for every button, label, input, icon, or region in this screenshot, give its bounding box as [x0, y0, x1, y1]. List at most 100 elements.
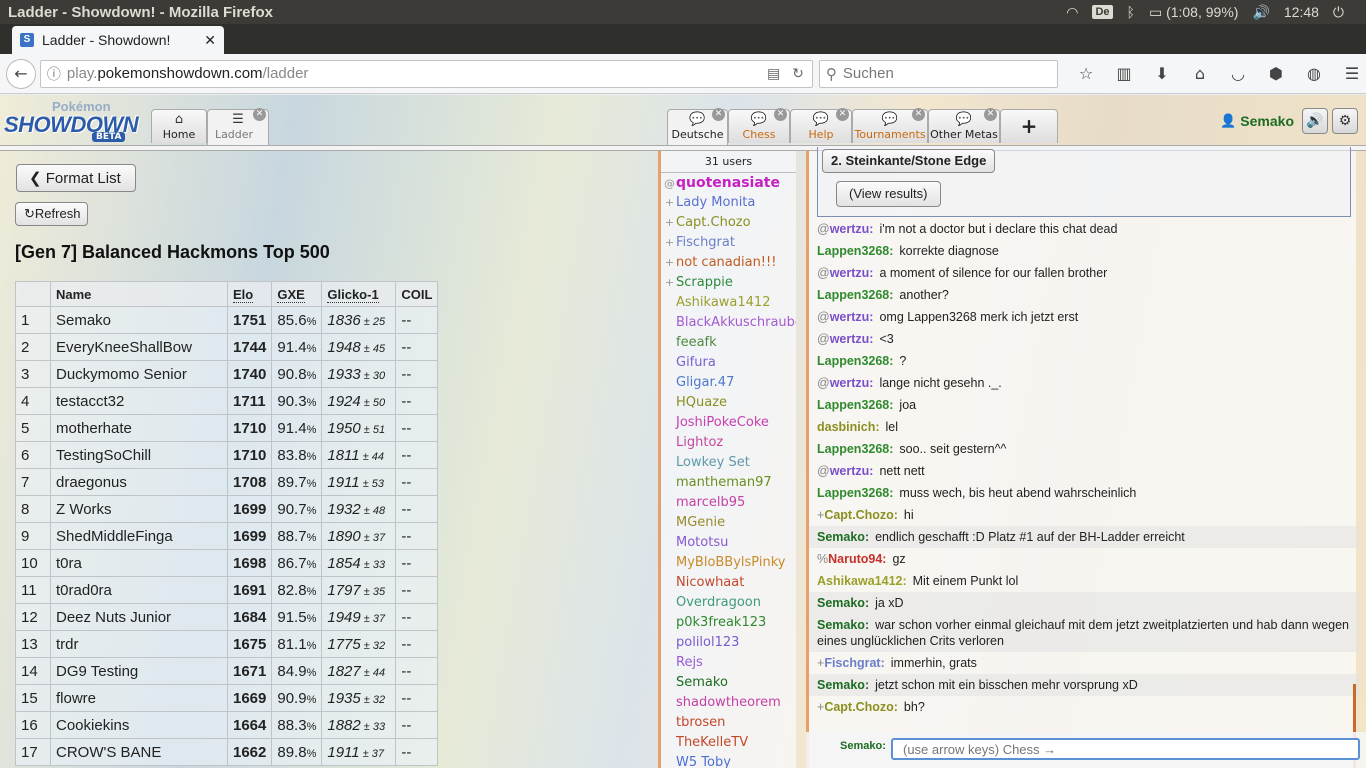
tab-help[interactable]: 💬 Help ✕: [790, 108, 852, 143]
player-name-link[interactable]: TestingSoChill: [56, 447, 151, 464]
player-name-link[interactable]: DG9 Testing: [56, 663, 138, 680]
user-list-item[interactable]: Gifura: [661, 353, 796, 373]
chat-author[interactable]: Ashikawa1412:: [817, 574, 907, 588]
power-icon[interactable]: ⏻: [1333, 4, 1344, 21]
downloads-icon[interactable]: ⬇: [1148, 60, 1176, 88]
player-name-link[interactable]: CROW'S BANE: [56, 744, 161, 761]
tab-home[interactable]: ⌂ Home: [151, 109, 207, 143]
user-list-item[interactable]: @quotenasiate: [661, 173, 796, 193]
chat-author[interactable]: Lappen3268:: [817, 354, 893, 368]
player-name-link[interactable]: Cookiekins: [56, 717, 129, 734]
user-list-item[interactable]: p0k3freak123: [661, 613, 796, 633]
chat-input[interactable]: [891, 738, 1360, 760]
chat-author[interactable]: Semako:: [817, 618, 869, 632]
user-list-item[interactable]: Mototsu: [661, 533, 796, 553]
user-list-item[interactable]: + Lady Monita: [661, 193, 796, 213]
chat-author[interactable]: @wertzu:: [817, 310, 873, 324]
home-icon[interactable]: ⌂: [1186, 60, 1214, 88]
user-list-item[interactable]: tbrosen: [661, 713, 796, 733]
menu-icon[interactable]: ☰: [1338, 60, 1366, 88]
player-name-link[interactable]: t0rad0ra: [56, 582, 112, 599]
add-room-button[interactable]: +: [1000, 109, 1058, 143]
user-list-item[interactable]: Lightoz: [661, 433, 796, 453]
user-list-item[interactable]: + Scrappie: [661, 273, 796, 293]
volume-icon[interactable]: 🔊: [1252, 4, 1269, 21]
showdown-logo[interactable]: Pokémon SHOWDOWN BETA: [4, 99, 146, 143]
user-list-item[interactable]: + Fischgrat: [661, 233, 796, 253]
user-list-item[interactable]: BlackAkkuschrauber: [661, 313, 796, 333]
player-name-link[interactable]: Z Works: [56, 501, 112, 518]
user-list-item[interactable]: Lowkey Set: [661, 453, 796, 473]
user-list-item[interactable]: Overdragoon: [661, 593, 796, 613]
user-list-item[interactable]: polilol123: [661, 633, 796, 653]
player-name-link[interactable]: trdr: [56, 636, 79, 653]
user-list-item[interactable]: shadowtheorem: [661, 693, 796, 713]
user-list-item[interactable]: Semako: [661, 673, 796, 693]
close-tab-ladder-icon[interactable]: ✕: [253, 108, 266, 121]
search-input[interactable]: ⚲ Suchen: [818, 59, 1058, 88]
reader-view-icon[interactable]: ▤: [767, 65, 780, 82]
tab-chess[interactable]: 💬 Chess ✕: [728, 108, 790, 143]
user-list-item[interactable]: mantheman97: [661, 473, 796, 493]
player-name-link[interactable]: Semako: [56, 312, 111, 329]
username[interactable]: Semako: [1240, 113, 1294, 129]
user-list-item[interactable]: Gligar.47: [661, 373, 796, 393]
format-list-button[interactable]: ❮ Format List: [16, 164, 136, 192]
wifi-icon[interactable]: ◠: [1066, 4, 1078, 21]
chat-author[interactable]: Semako:: [817, 678, 869, 692]
refresh-button[interactable]: ↻Refresh: [15, 202, 88, 226]
chat-author[interactable]: Lappen3268:: [817, 398, 893, 412]
chat-author[interactable]: @wertzu:: [817, 332, 873, 346]
close-tab-icon[interactable]: ✕: [204, 32, 216, 49]
player-name-link[interactable]: testacct32: [56, 393, 124, 410]
chat-author[interactable]: Semako:: [817, 596, 869, 610]
user-list-item[interactable]: marcelb95: [661, 493, 796, 513]
chat-author[interactable]: @wertzu:: [817, 464, 873, 478]
user-list-item[interactable]: + Capt.Chozo: [661, 213, 796, 233]
tab-deutsche[interactable]: 💬 Deutsche ✕: [667, 108, 728, 145]
tab-other-metas[interactable]: 💬 Other Metas ✕: [928, 108, 1000, 143]
chat-author[interactable]: %Naruto94:: [817, 552, 886, 566]
user-list-item[interactable]: W5 Toby: [661, 753, 796, 768]
close-tab-chess-icon[interactable]: ✕: [774, 108, 787, 121]
player-name-link[interactable]: Deez Nuts Junior: [56, 609, 171, 626]
chat-author[interactable]: dasbinich:: [817, 420, 880, 434]
user-list-item[interactable]: + not canadian!!!: [661, 253, 796, 273]
settings-button[interactable]: ⚙: [1332, 108, 1358, 134]
user-list-item[interactable]: HQuaze: [661, 393, 796, 413]
pocket-icon[interactable]: ◡: [1224, 60, 1252, 88]
user-list-item[interactable]: MyBloBBylsPinky: [661, 553, 796, 573]
user-list-item[interactable]: Nicowhaat: [661, 573, 796, 593]
player-name-link[interactable]: draegonus: [56, 474, 127, 491]
chat-author[interactable]: +Fischgrat:: [817, 656, 885, 670]
tab-tournaments[interactable]: 💬 Tournaments ✕: [852, 108, 928, 143]
volume-button[interactable]: 🔊: [1302, 108, 1328, 134]
user-list-item[interactable]: JoshiPokeCoke: [661, 413, 796, 433]
chat-author[interactable]: Lappen3268:: [817, 486, 893, 500]
tab-ladder[interactable]: ☰ Ladder ✕: [207, 108, 269, 145]
chat-author[interactable]: Lappen3268:: [817, 244, 893, 258]
chat-author[interactable]: @wertzu:: [817, 222, 873, 236]
url-bar[interactable]: ⓘ play. pokemonshowdown.com/ladder ▤ ↻: [39, 59, 813, 88]
chat-author[interactable]: Semako:: [817, 530, 869, 544]
user-list-item[interactable]: feeafk: [661, 333, 796, 353]
reload-icon[interactable]: ↻: [792, 65, 804, 82]
view-results-button[interactable]: (View results): [836, 181, 941, 207]
user-list-item[interactable]: Ashikawa1412: [661, 293, 796, 313]
battery-indicator[interactable]: ▭ (1:08, 99%): [1149, 4, 1239, 21]
chat-author[interactable]: Lappen3268:: [817, 288, 893, 302]
player-name-link[interactable]: motherhate: [56, 420, 132, 437]
back-button[interactable]: ←: [6, 58, 36, 89]
poll-option-button[interactable]: 2. Steinkante/Stone Edge: [822, 149, 996, 173]
close-tab-tournaments-icon[interactable]: ✕: [912, 108, 925, 121]
ublock-icon[interactable]: ⬢: [1262, 60, 1290, 88]
player-name-link[interactable]: flowre: [56, 690, 96, 707]
player-name-link[interactable]: ShedMiddleFinga: [56, 528, 173, 545]
library-icon[interactable]: ▥: [1110, 60, 1138, 88]
clock[interactable]: 12:48: [1284, 4, 1319, 20]
close-tab-deutsche-icon[interactable]: ✕: [712, 108, 725, 121]
chat-author[interactable]: Lappen3268:: [817, 442, 893, 456]
close-tab-help-icon[interactable]: ✕: [836, 108, 849, 121]
player-name-link[interactable]: Duckymomo Senior: [56, 366, 187, 383]
chat-author[interactable]: @wertzu:: [817, 376, 873, 390]
